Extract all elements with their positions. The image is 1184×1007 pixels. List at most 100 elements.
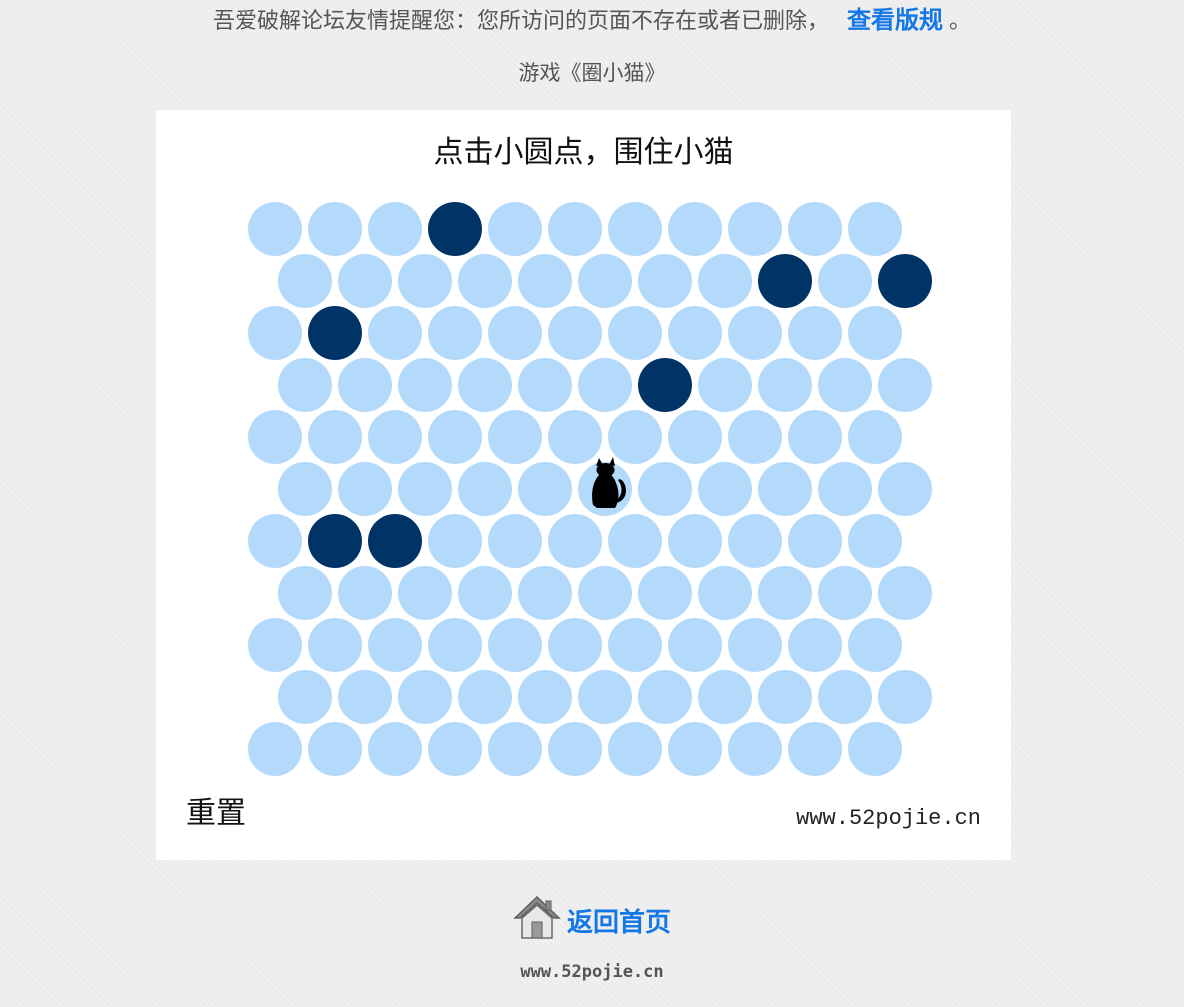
open-dot[interactable] <box>788 202 842 256</box>
open-dot[interactable] <box>488 410 542 464</box>
open-dot[interactable] <box>728 306 782 360</box>
open-dot[interactable] <box>698 566 752 620</box>
open-dot[interactable] <box>788 410 842 464</box>
open-dot[interactable] <box>608 514 662 568</box>
open-dot[interactable] <box>488 306 542 360</box>
open-dot[interactable] <box>278 254 332 308</box>
open-dot[interactable] <box>548 306 602 360</box>
open-dot[interactable] <box>488 618 542 672</box>
open-dot[interactable] <box>578 254 632 308</box>
open-dot[interactable] <box>428 410 482 464</box>
open-dot[interactable] <box>338 254 392 308</box>
open-dot[interactable] <box>248 514 302 568</box>
open-dot[interactable] <box>578 566 632 620</box>
open-dot[interactable] <box>788 306 842 360</box>
open-dot[interactable] <box>728 618 782 672</box>
open-dot[interactable] <box>398 254 452 308</box>
open-dot[interactable] <box>338 462 392 516</box>
open-dot[interactable] <box>848 514 902 568</box>
open-dot[interactable] <box>368 306 422 360</box>
open-dot[interactable] <box>308 618 362 672</box>
open-dot[interactable] <box>548 618 602 672</box>
open-dot[interactable] <box>458 670 512 724</box>
open-dot[interactable] <box>608 410 662 464</box>
open-dot[interactable] <box>308 722 362 776</box>
open-dot[interactable] <box>818 254 872 308</box>
open-dot[interactable] <box>248 202 302 256</box>
open-dot[interactable] <box>758 358 812 412</box>
reset-button[interactable]: 重置 <box>186 794 246 834</box>
open-dot[interactable] <box>608 618 662 672</box>
open-dot[interactable] <box>728 514 782 568</box>
open-dot[interactable] <box>548 722 602 776</box>
open-dot[interactable] <box>818 462 872 516</box>
open-dot[interactable] <box>278 566 332 620</box>
open-dot[interactable] <box>698 358 752 412</box>
open-dot[interactable] <box>518 358 572 412</box>
open-dot[interactable] <box>758 670 812 724</box>
open-dot[interactable] <box>548 410 602 464</box>
open-dot[interactable] <box>428 306 482 360</box>
open-dot[interactable] <box>518 462 572 516</box>
open-dot[interactable] <box>668 306 722 360</box>
open-dot[interactable] <box>338 670 392 724</box>
open-dot[interactable] <box>848 410 902 464</box>
open-dot[interactable] <box>638 566 692 620</box>
open-dot[interactable] <box>368 722 422 776</box>
open-dot[interactable] <box>578 670 632 724</box>
open-dot[interactable] <box>368 618 422 672</box>
open-dot[interactable] <box>878 566 932 620</box>
home-link[interactable]: 返回首页 <box>0 886 1184 942</box>
open-dot[interactable] <box>548 202 602 256</box>
open-dot[interactable] <box>518 566 572 620</box>
open-dot[interactable] <box>488 202 542 256</box>
open-dot[interactable] <box>638 254 692 308</box>
open-dot[interactable] <box>848 618 902 672</box>
open-dot[interactable] <box>878 358 932 412</box>
open-dot[interactable] <box>698 670 752 724</box>
open-dot[interactable] <box>848 306 902 360</box>
open-dot[interactable] <box>668 618 722 672</box>
open-dot[interactable] <box>428 514 482 568</box>
open-dot[interactable] <box>458 462 512 516</box>
open-dot[interactable] <box>248 722 302 776</box>
open-dot[interactable] <box>878 462 932 516</box>
open-dot[interactable] <box>728 410 782 464</box>
open-dot[interactable] <box>248 618 302 672</box>
open-dot[interactable] <box>818 566 872 620</box>
open-dot[interactable] <box>248 306 302 360</box>
open-dot[interactable] <box>668 410 722 464</box>
open-dot[interactable] <box>338 566 392 620</box>
open-dot[interactable] <box>668 514 722 568</box>
open-dot[interactable] <box>878 670 932 724</box>
open-dot[interactable] <box>308 410 362 464</box>
open-dot[interactable] <box>398 670 452 724</box>
open-dot[interactable] <box>278 670 332 724</box>
open-dot[interactable] <box>428 722 482 776</box>
open-dot[interactable] <box>608 202 662 256</box>
open-dot[interactable] <box>338 358 392 412</box>
open-dot[interactable] <box>398 462 452 516</box>
open-dot[interactable] <box>488 722 542 776</box>
open-dot[interactable] <box>518 670 572 724</box>
open-dot[interactable] <box>698 254 752 308</box>
open-dot[interactable] <box>638 670 692 724</box>
open-dot[interactable] <box>458 566 512 620</box>
open-dot[interactable] <box>848 202 902 256</box>
open-dot[interactable] <box>728 722 782 776</box>
open-dot[interactable] <box>248 410 302 464</box>
open-dot[interactable] <box>758 462 812 516</box>
open-dot[interactable] <box>608 306 662 360</box>
open-dot[interactable] <box>788 514 842 568</box>
open-dot[interactable] <box>488 514 542 568</box>
open-dot[interactable] <box>668 722 722 776</box>
open-dot[interactable] <box>728 202 782 256</box>
open-dot[interactable] <box>758 566 812 620</box>
open-dot[interactable] <box>698 462 752 516</box>
open-dot[interactable] <box>368 410 422 464</box>
open-dot[interactable] <box>848 722 902 776</box>
open-dot[interactable] <box>818 358 872 412</box>
open-dot[interactable] <box>398 566 452 620</box>
open-dot[interactable] <box>818 670 872 724</box>
open-dot[interactable] <box>788 722 842 776</box>
